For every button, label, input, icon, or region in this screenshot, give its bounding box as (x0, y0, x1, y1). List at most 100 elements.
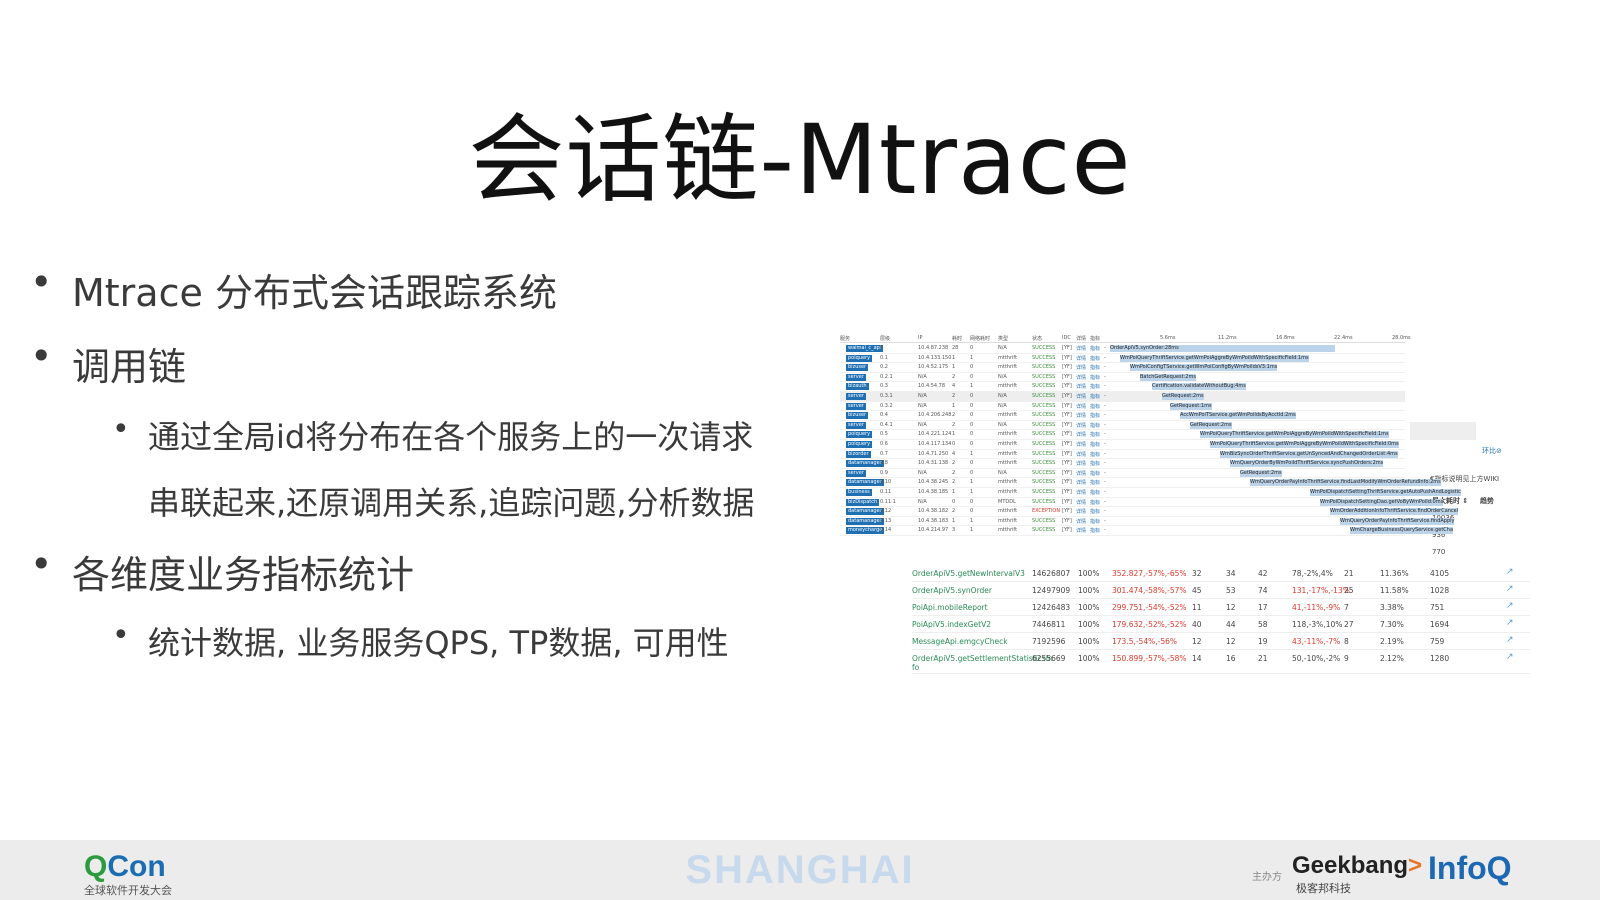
service-badge[interactable]: bizDispatch (846, 498, 880, 506)
timeline-bar[interactable]: BatchGetRequest:2ms (1140, 373, 1196, 381)
timeline-bar[interactable]: WmPoiQueryThriftService.getWmPoiAggreByW… (1120, 354, 1309, 362)
qps-value: 179.632,-52%,-52% (1112, 620, 1187, 629)
call-count: 12426483 (1032, 603, 1071, 612)
api-link[interactable]: OrderApiV5.getNewIntervalV3 (912, 569, 1025, 578)
timeline-bar[interactable]: WmQueryOrderByWmPoiIdThriftService.syncP… (1230, 460, 1384, 468)
trend-chart-icon[interactable]: ↗ (1506, 601, 1514, 611)
trace-metric-link[interactable]: 指标 (1090, 479, 1100, 486)
trace-metric-link[interactable]: 指标 (1090, 403, 1100, 410)
timeline-bar[interactable]: WmQueryOrderPayInfoThriftService.findApp… (1340, 517, 1455, 525)
trace-cost: 1 (952, 431, 956, 438)
trace-detail-link[interactable]: 详情 (1076, 460, 1086, 467)
api-link[interactable]: PoiApi.mobileReport (912, 603, 988, 612)
trace-metric-link[interactable]: 指标 (1090, 499, 1100, 506)
trace-metric-link[interactable]: 指标 (1090, 364, 1100, 371)
service-badge[interactable]: server (846, 421, 866, 429)
trace-detail-link[interactable]: 详情 (1076, 422, 1086, 429)
trace-detail-link[interactable]: 详情 (1076, 393, 1086, 400)
trace-detail-link[interactable]: 详情 (1076, 508, 1086, 515)
trace-metric-link[interactable]: 指标 (1090, 355, 1100, 362)
timeline-bar[interactable]: GetRequest:2ms (1190, 421, 1232, 429)
trace-detail-link[interactable]: 详情 (1076, 441, 1086, 448)
trend-chart-icon[interactable]: ↗ (1506, 652, 1514, 662)
trace-detail-link[interactable]: 详情 (1076, 403, 1086, 410)
trace-detail-link[interactable]: 详情 (1076, 489, 1086, 496)
trend-chart-icon[interactable]: ↗ (1506, 584, 1514, 594)
timeline-bar[interactable]: WmOrderAdditionInfoThriftService.findOrd… (1330, 508, 1459, 516)
trace-detail-link[interactable]: 详情 (1076, 499, 1086, 506)
trace-detail-link[interactable]: 详情 (1076, 431, 1086, 438)
trace-metric-link[interactable]: 指标 (1090, 451, 1100, 458)
service-badge[interactable]: waimai_c_api (846, 345, 884, 352)
trace-detail-link[interactable]: 详情 (1076, 527, 1086, 534)
trace-detail-link[interactable]: 详情 (1076, 355, 1086, 362)
trace-metric-link[interactable]: 指标 (1090, 422, 1100, 429)
trace-metric-link[interactable]: 指标 (1090, 431, 1100, 438)
api-link[interactable]: PoiApiV5.indexGetV2 (912, 620, 991, 629)
timeline-bar[interactable]: WmPoiConfigTService.getWmPoiConfigByWmPo… (1130, 364, 1278, 372)
service-badge[interactable]: datamanager (846, 517, 884, 525)
trace-metric-link[interactable]: 指标 (1090, 374, 1100, 381)
trace-detail-link[interactable]: 详情 (1076, 451, 1086, 458)
api-link-wrap[interactable]: fo (912, 663, 919, 672)
trace-metric-link[interactable]: 指标 (1090, 393, 1100, 400)
service-badge[interactable]: bizorder (846, 450, 871, 458)
trace-metric-link[interactable]: 指标 (1090, 470, 1100, 477)
trend-chart-icon[interactable]: ↗ (1506, 567, 1514, 577)
trace-metric-link[interactable]: 指标 (1090, 441, 1100, 448)
trace-metric-link[interactable]: 指标 (1090, 508, 1100, 515)
trace-detail-link[interactable]: 详情 (1076, 345, 1086, 352)
trace-metric-link[interactable]: 指标 (1090, 489, 1100, 496)
timeline-bar[interactable]: WmBizSyncOrderThriftService.getUnSyncedA… (1220, 450, 1398, 458)
service-badge[interactable]: poiquery (846, 441, 873, 448)
service-badge[interactable]: server (846, 402, 866, 410)
trace-detail-link[interactable]: 详情 (1076, 412, 1086, 419)
service-badge[interactable]: datamanager (846, 460, 884, 468)
timeline-bar[interactable]: Certification.validateWithoutBug:4ms (1152, 383, 1246, 391)
trace-metric-link[interactable]: 指标 (1090, 412, 1100, 419)
trace-metric-link[interactable]: 指标 (1090, 460, 1100, 467)
service-badge[interactable]: bizuser (846, 412, 869, 420)
service-badge[interactable]: business (846, 489, 872, 496)
timeline-bar[interactable]: OrderApiV5.synOrder:28ms (1110, 345, 1335, 352)
timeline-bar[interactable]: AccWmPoiTService.getWmPoiIdsByAcctId:2ms (1180, 412, 1296, 420)
trace-detail-link[interactable]: 详情 (1076, 518, 1086, 525)
service-badge[interactable]: bizauth (846, 383, 869, 391)
trace-metric-link[interactable]: 指标 (1090, 518, 1100, 525)
trace-detail-link[interactable]: 详情 (1076, 470, 1086, 477)
timeline-bar[interactable]: WmChargeBusinessQueryService.getCha (1350, 527, 1454, 535)
tp50: 45 (1192, 586, 1202, 595)
compare-link[interactable]: 环比⊘ (1482, 446, 1502, 456)
service-badge[interactable]: poiquery (846, 431, 873, 439)
service-badge[interactable]: server (846, 373, 866, 381)
timeline-bar[interactable]: WmQueryOrderPayInfoThriftService.findLas… (1250, 479, 1441, 487)
trace-row[interactable]: moneycharge 0.14 10.4.214.97 3 1 mtthrift SUCC… (840, 525, 1454, 536)
trace-detail-link[interactable]: 详情 (1076, 374, 1086, 381)
trace-detail-link[interactable]: 详情 (1076, 364, 1086, 371)
trace-metric-link[interactable]: 指标 (1090, 527, 1100, 534)
service-badge[interactable]: server (846, 393, 866, 400)
timeline-bar[interactable]: GetRequest:2ms (1162, 393, 1204, 400)
service-badge[interactable]: datamanager (846, 479, 884, 487)
trace-metric-link[interactable]: 指标 (1090, 345, 1100, 352)
tp50: 40 (1192, 620, 1202, 629)
timeline-bar[interactable]: WmPoiQueryThriftService.getWmPoiAggreByW… (1200, 431, 1389, 439)
trace-metric-link[interactable]: 指标 (1090, 383, 1100, 390)
timeline-bar[interactable]: GetRequest:2ms (1240, 469, 1282, 477)
api-link[interactable]: OrderApiV5.synOrder (912, 586, 992, 595)
service-badge[interactable]: datamanager (846, 508, 884, 516)
trace-detail-link[interactable]: 详情 (1076, 479, 1086, 486)
service-badge[interactable]: bizuser (846, 364, 869, 372)
trace-ip: 10.4.31.138 (918, 460, 949, 467)
service-badge[interactable]: poiquery (846, 354, 873, 362)
service-badge[interactable]: server (846, 469, 866, 477)
api-link[interactable]: MessageApi.emgcyCheck (912, 637, 1008, 646)
timeline-bar[interactable]: WmPoiQueryThriftService.getWmPoiAggreByW… (1210, 441, 1399, 448)
trace-detail-link[interactable]: 详情 (1076, 383, 1086, 390)
trend-chart-icon[interactable]: ↗ (1506, 635, 1514, 645)
timeline-bar[interactable]: WmPoiDispatchSettingDao.getVoByWmPoiId:0… (1320, 498, 1444, 506)
timeline-bar[interactable]: GetRequest:1ms (1170, 402, 1212, 410)
trend-chart-icon[interactable]: ↗ (1506, 618, 1514, 628)
timeline-bar[interactable]: WmPoiDispatchSettingThriftService.getAut… (1310, 489, 1461, 496)
service-badge[interactable]: moneycharge (846, 527, 885, 535)
